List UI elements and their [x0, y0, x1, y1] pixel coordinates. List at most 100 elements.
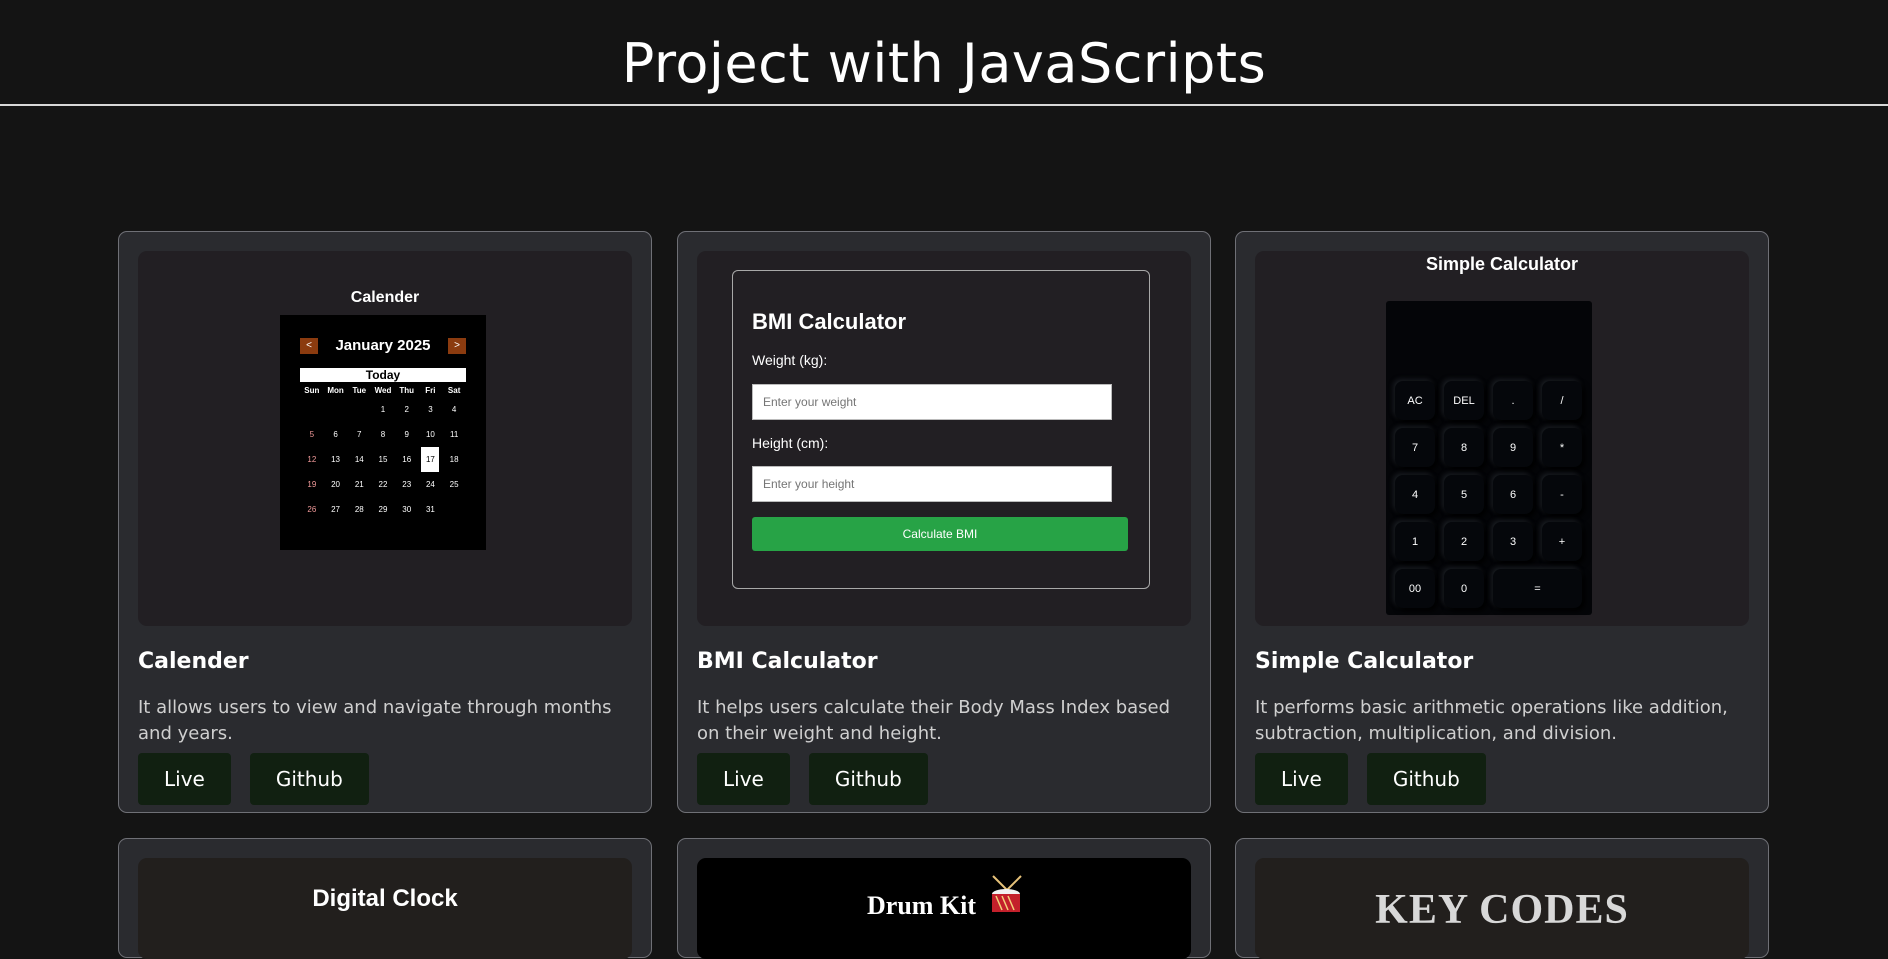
- calculator-key[interactable]: 3: [1493, 522, 1533, 561]
- project-card-key-codes: KEY CODES: [1235, 838, 1769, 959]
- calendar-day[interactable]: 17: [419, 447, 443, 472]
- drum-icon: [992, 875, 1022, 912]
- project-preview: Digital Clock: [138, 858, 632, 959]
- card-description: It performs basic arithmetic operations …: [1255, 697, 1728, 744]
- calendar-day[interactable]: 13: [324, 447, 348, 472]
- project-preview: Calender < January 2025 > Today Sun Mon Tu…: [138, 251, 632, 626]
- calculator-key[interactable]: 6: [1493, 475, 1533, 514]
- calculator-widget: AC DEL./7 8 9 * 4 5 6-1 2 3 +00 0 =: [1386, 301, 1592, 615]
- calendar-day[interactable]: 11: [442, 422, 466, 447]
- calendar-weekday: Thu: [399, 386, 415, 395]
- calendar-prev-button[interactable]: <: [300, 337, 318, 354]
- card-title: Simple Calculator: [1255, 649, 1474, 674]
- calendar-day[interactable]: 19: [300, 472, 324, 497]
- calendar-day[interactable]: 12: [300, 447, 324, 472]
- calendar-weekday: Sun: [304, 386, 320, 395]
- calendar-day[interactable]: 29: [371, 497, 395, 522]
- calculator-key[interactable]: 9: [1493, 428, 1533, 467]
- calendar-weekday: Wed: [374, 386, 392, 395]
- card-actions: Live Github: [697, 753, 928, 805]
- calendar-day[interactable]: 21: [347, 472, 371, 497]
- calendar-day[interactable]: 7: [347, 422, 371, 447]
- calculator-key[interactable]: .: [1493, 381, 1533, 420]
- calendar-weekday: Mon: [327, 386, 344, 395]
- calculator-key[interactable]: *: [1542, 428, 1582, 467]
- calendar-day[interactable]: 5: [300, 422, 324, 447]
- calculator-key[interactable]: /: [1542, 381, 1582, 420]
- calendar-grid: Sun Mon Tue Wed Thu Fri Sat 1 2 3 4 5 6 7 8 9 10 11 12 13 14…: [300, 385, 466, 522]
- calculator-key[interactable]: DEL: [1444, 381, 1484, 420]
- preview-heading: Calender: [350, 289, 420, 306]
- calculator-key[interactable]: 0: [1444, 569, 1484, 608]
- calculator-key[interactable]: 1: [1395, 522, 1435, 561]
- calendar-empty-cell: [324, 397, 348, 422]
- page-title: Project with JavaScripts: [621, 32, 1267, 95]
- calendar-day[interactable]: 24: [419, 472, 443, 497]
- live-button[interactable]: Live: [1255, 753, 1348, 805]
- calculator-key[interactable]: +: [1542, 522, 1582, 561]
- calendar-day[interactable]: 27: [324, 497, 348, 522]
- calendar-day[interactable]: 1: [371, 397, 395, 422]
- github-button[interactable]: Github: [808, 753, 928, 805]
- calculator-key[interactable]: 2: [1444, 522, 1484, 561]
- calendar-today-button[interactable]: Today: [300, 368, 466, 382]
- calendar-day[interactable]: 25: [442, 472, 466, 497]
- calendar-day[interactable]: 23: [395, 472, 419, 497]
- calendar-day[interactable]: 6: [324, 422, 348, 447]
- calculator-key[interactable]: -: [1542, 475, 1582, 514]
- card-actions: Live Github: [138, 753, 369, 805]
- calendar-day[interactable]: 18: [442, 447, 466, 472]
- calendar-day[interactable]: 8: [371, 422, 395, 447]
- live-button[interactable]: Live: [697, 753, 790, 805]
- calculator-key[interactable]: 4: [1395, 475, 1435, 514]
- height-input[interactable]: [752, 466, 1112, 502]
- height-label: Height (cm):: [752, 435, 829, 451]
- calendar-day[interactable]: 4: [442, 397, 466, 422]
- calculator-key[interactable]: 7: [1395, 428, 1435, 467]
- calendar-next-button[interactable]: >: [447, 337, 466, 354]
- calendar-day[interactable]: 22: [371, 472, 395, 497]
- calendar-weekday: Tue: [352, 386, 367, 395]
- calendar-day[interactable]: 3: [419, 397, 443, 422]
- preview-heading: Drum Kit: [867, 891, 977, 920]
- calendar-day[interactable]: 31: [419, 497, 443, 522]
- project-preview: Drum Kit: [697, 858, 1191, 959]
- weight-label: Weight (kg):: [752, 352, 828, 368]
- github-button[interactable]: Github: [1366, 753, 1486, 805]
- preview-heading: KEY CODES: [1375, 887, 1629, 933]
- github-button[interactable]: Github: [249, 753, 369, 805]
- calculator-key[interactable]: 00: [1395, 569, 1435, 608]
- calendar-day[interactable]: 28: [347, 497, 371, 522]
- calculator-key[interactable]: =: [1493, 569, 1582, 608]
- calculate-bmi-button[interactable]: Calculate BMI: [752, 517, 1128, 551]
- project-card-bmi-calculator: BMI Calculator Weight (kg): Height (cm):…: [677, 231, 1211, 813]
- calculator-key[interactable]: 5: [1444, 475, 1484, 514]
- calendar-day[interactable]: 14: [347, 447, 371, 472]
- calendar-weekday: Fri: [425, 386, 436, 395]
- project-preview: KEY CODES: [1255, 858, 1749, 959]
- calendar-day[interactable]: 30: [395, 497, 419, 522]
- bmi-form: BMI Calculator Weight (kg): Height (cm):…: [732, 270, 1150, 589]
- calculator-keypad: AC DEL./7 8 9 * 4 5 6-1 2 3 +00 0 =: [1395, 381, 1585, 608]
- card-actions: Live Github: [1255, 753, 1486, 805]
- calculator-key[interactable]: 8: [1444, 428, 1484, 467]
- preview-heading: Digital Clock: [312, 885, 458, 912]
- calendar-day[interactable]: 15: [371, 447, 395, 472]
- project-card-calender: Calender < January 2025 > Today Sun Mon Tu…: [118, 231, 652, 813]
- project-preview: Simple Calculator AC DEL./ 7 8 9 * 4 5 6- 1 2 3 +00 0…: [1255, 251, 1749, 626]
- calendar-day[interactable]: 26: [300, 497, 324, 522]
- calendar-day[interactable]: 9: [395, 422, 419, 447]
- project-preview: BMI Calculator Weight (kg): Height (cm):…: [697, 251, 1191, 626]
- calendar-day[interactable]: 2: [395, 397, 419, 422]
- card-title: BMI Calculator: [697, 649, 878, 674]
- weight-input[interactable]: [752, 384, 1112, 420]
- live-button[interactable]: Live: [138, 753, 231, 805]
- page-header: Project with JavaScripts: [0, 0, 1888, 106]
- calendar-selected-day[interactable]: 17: [421, 447, 440, 472]
- preview-heading: BMI Calculator: [752, 309, 907, 334]
- calculator-key[interactable]: AC: [1395, 381, 1435, 420]
- card-description: It allows users to view and navigate thr…: [138, 697, 612, 744]
- calendar-day[interactable]: 20: [324, 472, 348, 497]
- calendar-day[interactable]: 10: [419, 422, 443, 447]
- calendar-day[interactable]: 16: [395, 447, 419, 472]
